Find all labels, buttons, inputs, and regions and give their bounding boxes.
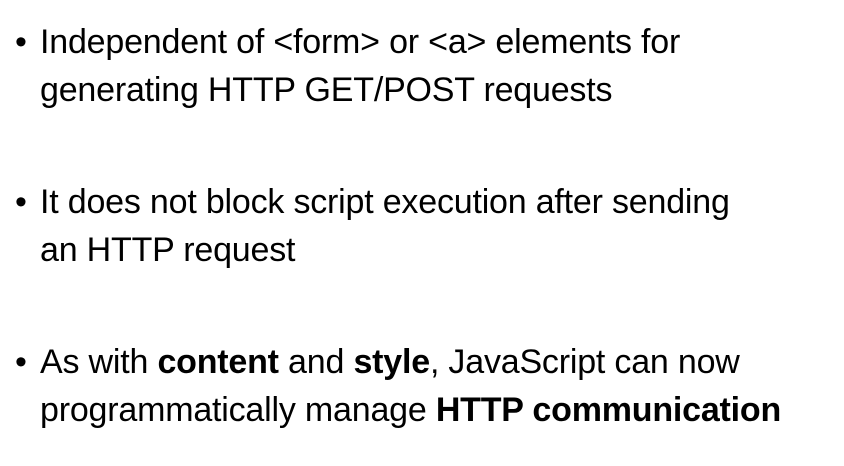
bullet-text: It does not block script execution after… [40, 178, 840, 274]
bullet-text-line: As with content and style, JavaScript ca… [40, 338, 840, 386]
slide: • Independent of <form> or <a> elements … [0, 0, 844, 466]
bullet-text-line: Independent of <form> or <a> elements fo… [40, 23, 681, 61]
text-run: and [278, 343, 354, 381]
bold-text-run: HTTP communication [435, 391, 782, 429]
bullet-text-line: an HTTP request [40, 231, 296, 269]
text-run: programmatically manage [40, 391, 436, 429]
bullet-text-line: generating HTTP GET/POST requests [40, 71, 613, 109]
bullet-icon: • [15, 343, 27, 381]
bullet-text: As with content and style, JavaScript ca… [40, 338, 840, 434]
bullet-text: Independent of <form> or <a> elements fo… [40, 18, 840, 114]
bullet-text-line: programmatically manage HTTP communicati… [40, 386, 840, 434]
bold-text-run: content [157, 343, 279, 381]
bold-text-run: style [353, 343, 430, 381]
text-run: , JavaScript can now [429, 343, 740, 381]
bullet-text-line: It does not block script execution after… [40, 183, 730, 221]
bullet-icon: • [15, 23, 27, 61]
text-run: As with [40, 343, 158, 381]
bullet-icon: • [15, 183, 27, 221]
